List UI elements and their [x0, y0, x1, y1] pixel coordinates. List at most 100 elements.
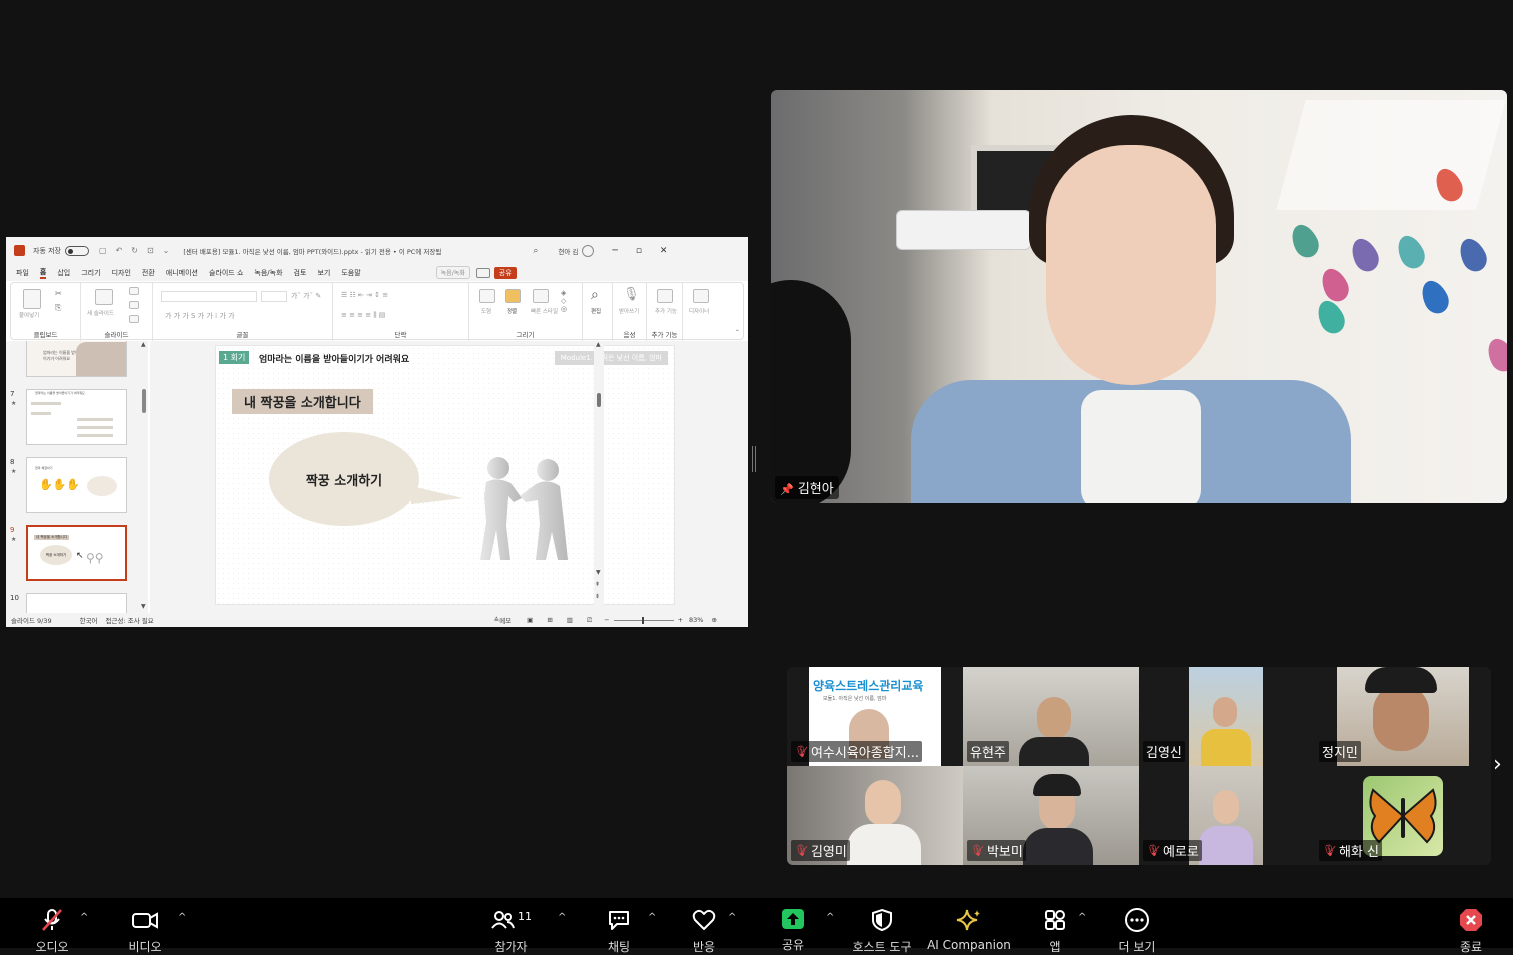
- new-slide-icon[interactable]: [95, 289, 113, 305]
- paste-icon[interactable]: [23, 289, 41, 309]
- share-options-chevron-icon[interactable]: ^: [826, 912, 834, 923]
- menu-file[interactable]: 파일: [16, 268, 29, 278]
- redo-icon[interactable]: ↻: [131, 246, 138, 255]
- menu-animations[interactable]: 애니메이션: [166, 268, 198, 278]
- autosave-toggle[interactable]: [65, 245, 89, 256]
- layout-icon[interactable]: [129, 287, 139, 295]
- save-icon[interactable]: ▢: [99, 246, 107, 255]
- menu-design[interactable]: 디자인: [112, 268, 131, 278]
- accessibility-status[interactable]: 접근성: 조사 필요: [106, 615, 154, 625]
- notes-button[interactable]: 메모: [499, 615, 511, 625]
- menu-home[interactable]: 홈: [39, 267, 47, 279]
- menu-help[interactable]: 도움말: [341, 268, 360, 278]
- menu-slideshow[interactable]: 슬라이드 쇼: [209, 268, 243, 278]
- audio-options-chevron-icon[interactable]: ^: [80, 912, 88, 923]
- shape-fill-icon[interactable]: ◈ ◇ ◎: [561, 289, 567, 313]
- fit-slide-icon[interactable]: ⊕: [711, 616, 716, 624]
- thumbnails-scrollbar[interactable]: ▲ ▼: [140, 341, 148, 613]
- participant-tile[interactable]: 🎙︎̸ 김영미: [787, 766, 963, 865]
- participant-tile[interactable]: 🎙︎̸ 해화 신: [1315, 766, 1491, 865]
- participant-tile[interactable]: 유현주: [963, 667, 1139, 766]
- chat-options-chevron-icon[interactable]: ^: [648, 912, 656, 923]
- participant-tile[interactable]: 김영신: [1139, 667, 1315, 766]
- minimize-icon[interactable]: ─: [612, 246, 617, 256]
- host-tools-button[interactable]: 호스트 도구: [846, 898, 918, 954]
- participant-tile[interactable]: 🎙︎̸ 박보미: [963, 766, 1139, 865]
- reading-view-icon[interactable]: ▥: [567, 616, 573, 624]
- apps-options-chevron-icon[interactable]: ^: [1078, 912, 1086, 923]
- copy-icon[interactable]: ⎘: [55, 303, 61, 313]
- video-options-chevron-icon[interactable]: ^: [178, 912, 186, 923]
- slide-sorter-icon[interactable]: ⊞: [547, 616, 552, 624]
- menu-draw[interactable]: 그리기: [81, 268, 100, 278]
- reset-icon[interactable]: [129, 301, 139, 309]
- section-icon[interactable]: [129, 315, 139, 323]
- video-button[interactable]: 비디오: [121, 898, 169, 954]
- zoom-out-icon[interactable]: −: [604, 616, 609, 624]
- gallery-next-page-icon[interactable]: ›: [1493, 752, 1502, 777]
- menu-view[interactable]: 보기: [317, 268, 330, 278]
- addins-icon[interactable]: [657, 289, 673, 303]
- apps-button[interactable]: 앱: [1036, 898, 1074, 954]
- slide-scroll-thumb[interactable]: [597, 393, 601, 407]
- bold-icon[interactable]: 가 가 가 S 가 가 ⁞ 가 가: [165, 311, 235, 321]
- slide-thumbnail-7[interactable]: 엄마라는 이름을 받아들이기가 어려워요: [26, 389, 127, 445]
- undo-icon[interactable]: ↶: [116, 246, 123, 255]
- participants-options-chevron-icon[interactable]: ^: [558, 912, 566, 923]
- microphone-icon[interactable]: 🎙: [623, 287, 640, 302]
- thumbnails-scroll-thumb[interactable]: [142, 389, 146, 413]
- participants-button[interactable]: 11 참가자: [486, 898, 536, 954]
- quick-styles-icon[interactable]: [533, 289, 549, 303]
- menu-review[interactable]: 검토: [294, 268, 307, 278]
- menu-insert[interactable]: 삽입: [57, 268, 70, 278]
- participant-tile[interactable]: 정지민: [1315, 667, 1491, 766]
- participant-tile[interactable]: 양육스트레스관리교육 모듈1. 아직은 낯선 이름, 엄마 🎙︎̸ 여수시육아종합…: [787, 667, 963, 766]
- font-name-select[interactable]: [161, 291, 257, 302]
- slide-scrollbar[interactable]: ▲ ▼ ⇞ ⇟: [594, 341, 604, 613]
- next-slide-icon[interactable]: ⇟: [595, 593, 600, 600]
- slide-thumbnail-6[interactable]: 엄마라는 이름을 받아들이기가 어려워요: [26, 341, 127, 377]
- maximize-icon[interactable]: ▫: [636, 246, 642, 256]
- end-meeting-button[interactable]: 종료: [1452, 898, 1490, 954]
- cut-icon[interactable]: ✂: [55, 289, 62, 298]
- list-icon[interactable]: ☰ ☷ ⇤ ⇥ ↕ ≡: [341, 291, 388, 299]
- shapes-icon[interactable]: [479, 289, 495, 303]
- close-icon[interactable]: ✕: [660, 246, 668, 256]
- designer-icon[interactable]: [693, 289, 709, 303]
- current-slide[interactable]: 1 회기 엄마라는 이름을 받아들이기가 어려워요 Module1. 아직은 낯…: [215, 345, 675, 605]
- slideshow-view-icon[interactable]: ⎚: [587, 616, 592, 625]
- menu-transitions[interactable]: 전환: [142, 268, 155, 278]
- scroll-up-icon[interactable]: ▲: [141, 341, 146, 348]
- font-size-select[interactable]: [261, 291, 287, 302]
- audio-button[interactable]: 오디오: [28, 898, 76, 954]
- zoom-slider[interactable]: [613, 616, 674, 624]
- comment-icon[interactable]: [475, 267, 490, 278]
- find-icon[interactable]: ⌕: [591, 287, 599, 303]
- search-icon[interactable]: ⌕: [533, 246, 538, 256]
- customize-chevron-icon[interactable]: ⌄: [163, 246, 170, 255]
- present-icon[interactable]: ⊡: [147, 246, 154, 255]
- align-icon[interactable]: ≡ ≡ ≡ ≡ ⫼ ▤: [341, 311, 385, 320]
- share-screen-button[interactable]: 공유: [772, 898, 814, 952]
- main-video-tile[interactable]: 📌 김현아: [771, 90, 1507, 503]
- zoom-in-icon[interactable]: +: [678, 616, 683, 624]
- ppt-share-button[interactable]: 공유: [493, 266, 517, 279]
- menu-record[interactable]: 녹음/녹화: [254, 268, 282, 278]
- zoom-slider-thumb[interactable]: [641, 616, 644, 624]
- ai-companion-button[interactable]: AI Companion: [926, 898, 1012, 952]
- record-button[interactable]: 녹음/녹화: [435, 266, 470, 279]
- font-grow-icon[interactable]: 가ˆ 가ˇ ✎: [291, 291, 321, 301]
- ribbon-collapse-icon[interactable]: ⌄: [735, 327, 740, 333]
- language[interactable]: 한국어: [80, 615, 98, 625]
- scroll-up-icon[interactable]: ▲: [596, 341, 601, 348]
- participant-tile[interactable]: 🎙︎̸ 예로로: [1139, 766, 1315, 865]
- reactions-options-chevron-icon[interactable]: ^: [728, 912, 736, 923]
- avatar[interactable]: [582, 244, 595, 257]
- splitter-handle[interactable]: [752, 446, 756, 472]
- scroll-down-icon[interactable]: ▼: [141, 603, 146, 610]
- more-button[interactable]: 더 보기: [1112, 898, 1162, 954]
- slide-thumbnail-8[interactable]: 엄마 체험하기 ✋✋✋: [26, 457, 127, 513]
- scroll-down-icon[interactable]: ▼: [596, 569, 601, 576]
- slide-thumbnail-10[interactable]: [26, 593, 127, 613]
- chat-button[interactable]: 채팅: [598, 898, 640, 954]
